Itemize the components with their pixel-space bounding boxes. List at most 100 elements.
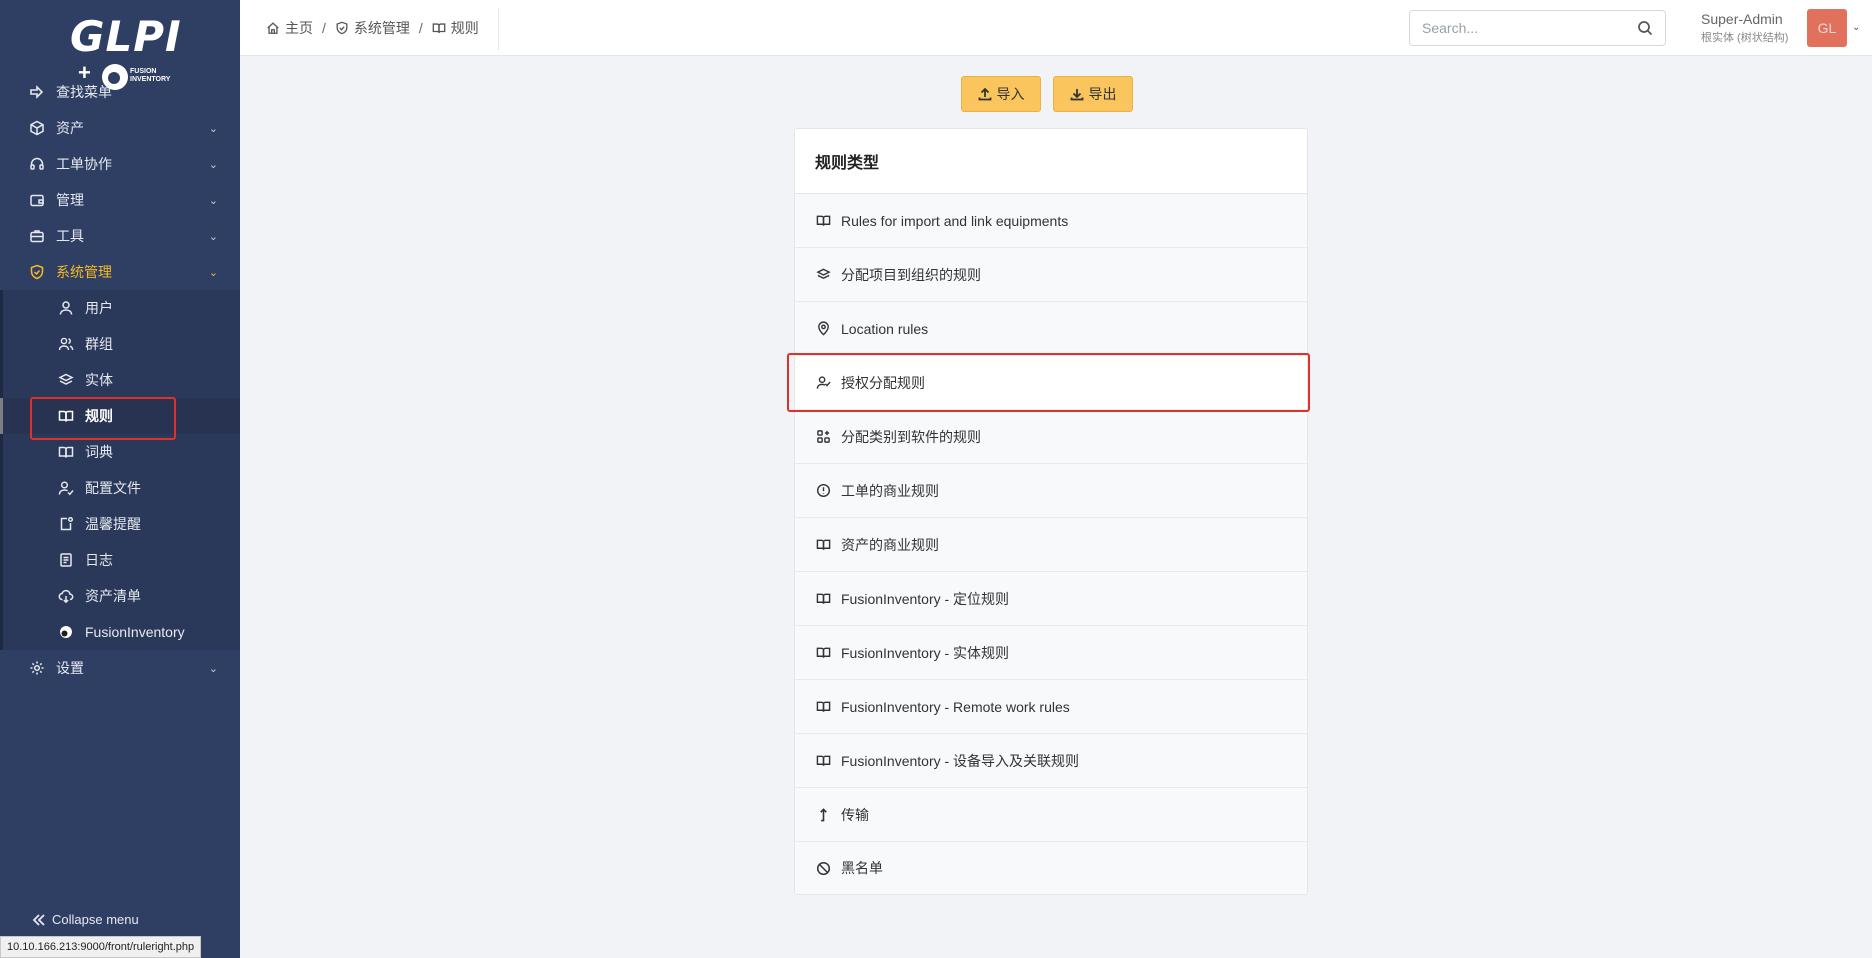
list-item-entity-rules[interactable]: 分配项目到组织的规则 xyxy=(795,248,1307,302)
sidebar-item-tools[interactable]: 工具 ⌄ xyxy=(0,218,240,254)
list-item-import-link-equipments[interactable]: Rules for import and link equipments xyxy=(795,194,1307,248)
map-pin-icon xyxy=(815,321,831,337)
users-icon xyxy=(57,335,75,353)
list-item-asset-business-rules[interactable]: 资产的商业规则 xyxy=(795,518,1307,572)
wallet-icon xyxy=(28,191,46,209)
user-menu[interactable]: Super-Admin 根实体 (树状结构) xyxy=(1701,11,1788,45)
chevron-down-icon[interactable]: ⌄ xyxy=(1852,22,1860,33)
chevron-down-icon: ⌄ xyxy=(208,123,218,135)
book-icon xyxy=(815,645,831,661)
browser-status-url: 10.10.166.213:9000/front/ruleright.php xyxy=(0,936,202,958)
sidebar-item-inventory[interactable]: 资产清单 xyxy=(3,578,240,614)
search-icon[interactable] xyxy=(1637,20,1653,36)
top-header: 主页 / 系统管理 / 规则 Super-Admin 根实体 (树状结构) GL… xyxy=(240,0,1872,56)
list-item-fi-location-rules[interactable]: FusionInventory - 定位规则 xyxy=(795,572,1307,626)
headset-icon xyxy=(28,155,46,173)
sidebar-item-management[interactable]: 管理 ⌄ xyxy=(0,182,240,218)
card-title: 规则类型 xyxy=(795,129,1307,194)
sidebar-item-groups[interactable]: 群组 xyxy=(3,326,240,362)
sidebar-item-find-menu[interactable]: 查找菜单 xyxy=(0,74,240,110)
arrow-up-corner-icon xyxy=(815,807,831,823)
sidebar-item-administration[interactable]: 系统管理 ⌄ xyxy=(0,254,240,290)
global-search xyxy=(1409,10,1666,46)
arrow-right-icon xyxy=(28,83,46,101)
chevron-down-icon: ⌄ xyxy=(208,195,218,207)
list-item-transfer[interactable]: 传输 xyxy=(795,788,1307,842)
logo-brand: GLPI xyxy=(70,12,182,61)
sidebar-item-label: 资产 xyxy=(56,120,84,136)
ban-icon xyxy=(815,860,831,876)
sidebar-item-label: 管理 xyxy=(56,192,84,208)
sidebar-item-assistance[interactable]: 工单协作 ⌄ xyxy=(0,146,240,182)
import-button[interactable]: 导入 xyxy=(961,76,1041,112)
list-item-blacklist[interactable]: 黑名单 xyxy=(795,842,1307,894)
sidebar-item-label: 温馨提醒 xyxy=(85,516,141,532)
sidebar-item-logs[interactable]: 日志 xyxy=(3,542,240,578)
sidebar-item-label: FusionInventory xyxy=(85,624,185,640)
sidebar-item-label: 实体 xyxy=(85,372,113,388)
user-check-icon xyxy=(57,479,75,497)
list-item-label: FusionInventory - 定位规则 xyxy=(841,590,1010,607)
sidebar-item-assets[interactable]: 资产 ⌄ xyxy=(0,110,240,146)
breadcrumb-label: 系统管理 xyxy=(353,20,410,36)
list-item-fi-remote-work-rules[interactable]: FusionInventory - Remote work rules xyxy=(795,680,1307,734)
user-entity: 根实体 (树状结构) xyxy=(1701,32,1789,44)
rule-types-card: 规则类型 Rules for import and link equipment… xyxy=(794,128,1308,895)
list-item-ticket-business-rules[interactable]: 工单的商业规则 xyxy=(795,464,1307,518)
book-icon xyxy=(432,21,446,35)
book-icon xyxy=(815,537,831,553)
breadcrumb-administration[interactable]: 系统管理 xyxy=(335,18,410,38)
list-item-label: FusionInventory - 实体规则 xyxy=(841,644,1010,661)
double-chevron-left-icon xyxy=(32,913,46,927)
sidebar-item-fusioninventory[interactable]: FusionInventory xyxy=(3,614,240,650)
sidebar: GLPI + FUSION INVENTORY 查找菜单 资产 ⌄ 工单协作 ⌄ … xyxy=(0,0,240,958)
fusion-icon xyxy=(57,623,75,641)
user-name: Super-Admin xyxy=(1701,11,1783,27)
briefcase-icon xyxy=(28,227,46,245)
breadcrumb-separator: / xyxy=(322,20,326,36)
upload-icon xyxy=(978,87,992,101)
chevron-down-icon: ⌄ xyxy=(208,663,218,675)
list-item-label: 分配类别到软件的规则 xyxy=(841,428,981,445)
log-icon xyxy=(57,551,75,569)
chevron-down-icon: ⌄ xyxy=(208,231,218,243)
list-item-label: 黑名单 xyxy=(841,860,883,876)
shield-check-icon xyxy=(28,263,46,281)
search-input[interactable] xyxy=(1410,11,1620,45)
list-item-label: FusionInventory - 设备导入及关联规则 xyxy=(841,752,1080,769)
list-item-label: 分配项目到组织的规则 xyxy=(841,266,981,283)
list-item-software-category-rules[interactable]: 分配类别到软件的规则 xyxy=(795,410,1307,464)
list-item-label: 资产的商业规则 xyxy=(841,536,939,553)
breadcrumb-label: 规则 xyxy=(450,20,479,36)
stack-icon xyxy=(57,371,75,389)
sidebar-item-profiles[interactable]: 配置文件 xyxy=(3,470,240,506)
sidebar-item-setup[interactable]: 设置 ⌄ xyxy=(0,650,240,686)
sidebar-item-users[interactable]: 用户 xyxy=(3,290,240,326)
list-item-fi-import-link-rules[interactable]: FusionInventory - 设备导入及关联规则 xyxy=(795,734,1307,788)
highlight-annotation-authorization xyxy=(787,353,1310,412)
list-item-label: 传输 xyxy=(841,806,869,823)
breadcrumb-label: 主页 xyxy=(285,20,313,36)
stack-icon xyxy=(815,267,831,283)
avatar[interactable]: GL xyxy=(1807,9,1847,47)
export-button[interactable]: 导出 xyxy=(1053,76,1133,112)
sidebar-item-label: 设置 xyxy=(56,660,84,676)
chevron-down-icon: ⌄ xyxy=(208,267,218,279)
breadcrumb-rules[interactable]: 规则 xyxy=(432,18,479,38)
cloud-download-icon xyxy=(57,587,75,605)
collapse-menu-button[interactable]: Collapse menu xyxy=(32,912,139,927)
export-label: 导出 xyxy=(1088,86,1117,102)
user-icon xyxy=(57,299,75,317)
home-icon xyxy=(266,21,280,35)
apps-icon xyxy=(815,429,831,445)
shield-check-icon xyxy=(335,21,349,35)
list-item-location-rules[interactable]: Location rules xyxy=(795,302,1307,356)
breadcrumb-home[interactable]: 主页 xyxy=(266,18,313,38)
list-item-fi-entity-rules[interactable]: FusionInventory - 实体规则 xyxy=(795,626,1307,680)
list-item-label: Location rules xyxy=(841,320,929,337)
sidebar-item-label: 系统管理 xyxy=(56,264,112,280)
sidebar-item-label: 用户 xyxy=(85,300,113,316)
sidebar-item-reminders[interactable]: 温馨提醒 xyxy=(3,506,240,542)
sidebar-item-entities[interactable]: 实体 xyxy=(3,362,240,398)
sidebar-item-label: 群组 xyxy=(85,336,113,352)
